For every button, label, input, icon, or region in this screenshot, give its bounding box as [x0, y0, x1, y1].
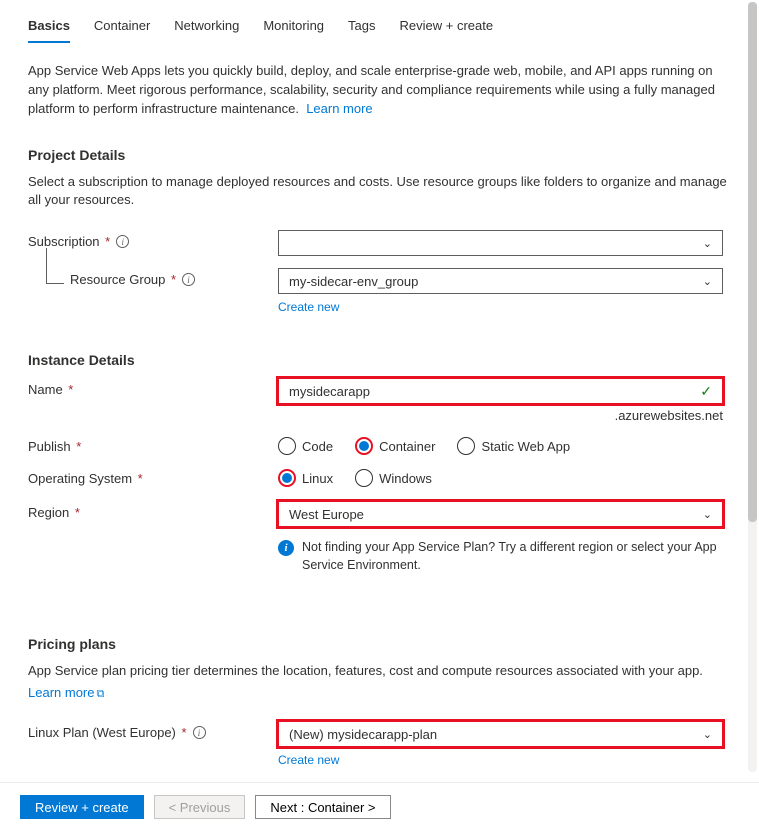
indent-bracket-icon — [46, 248, 64, 284]
chevron-down-icon: ⌄ — [703, 275, 712, 288]
scrollbar[interactable] — [748, 2, 757, 772]
info-icon: i — [278, 540, 294, 556]
review-create-button[interactable]: Review + create — [20, 795, 144, 819]
tab-networking[interactable]: Networking — [174, 14, 239, 43]
tab-container[interactable]: Container — [94, 14, 150, 43]
pricing-heading: Pricing plans — [28, 636, 735, 652]
tab-monitoring[interactable]: Monitoring — [263, 14, 324, 43]
publish-static-option[interactable]: Static Web App — [457, 437, 570, 455]
chevron-down-icon: ⌄ — [703, 508, 712, 521]
publish-radio-group: Code Container Static Web App — [278, 435, 723, 455]
os-label: Operating System * — [28, 467, 278, 486]
os-radio-group: Linux Windows — [278, 467, 723, 487]
info-icon[interactable]: i — [116, 235, 129, 248]
chevron-down-icon: ⌄ — [703, 728, 712, 741]
chevron-down-icon: ⌄ — [703, 237, 712, 250]
resource-group-select[interactable]: my-sidecar-env_group ⌄ — [278, 268, 723, 294]
os-windows-option[interactable]: Windows — [355, 469, 432, 487]
tab-review[interactable]: Review + create — [400, 14, 494, 43]
create-new-plan-link[interactable]: Create new — [278, 753, 723, 767]
resource-group-label: Resource Group * i — [28, 268, 278, 287]
publish-code-option[interactable]: Code — [278, 437, 333, 455]
pricing-learn-more-link[interactable]: Learn more — [28, 685, 94, 700]
radio-icon — [278, 437, 296, 455]
subscription-label: Subscription * i — [28, 230, 278, 249]
learn-more-link[interactable]: Learn more — [306, 101, 372, 116]
project-details-heading: Project Details — [28, 147, 735, 163]
info-icon[interactable]: i — [182, 273, 195, 286]
tab-tags[interactable]: Tags — [348, 14, 375, 43]
name-suffix: .azurewebsites.net — [278, 408, 723, 423]
region-select[interactable]: West Europe ⌄ — [278, 501, 723, 527]
previous-button: < Previous — [154, 795, 246, 819]
tab-basics[interactable]: Basics — [28, 14, 70, 43]
intro-text: App Service Web Apps lets you quickly bu… — [28, 62, 735, 119]
tabs: Basics Container Networking Monitoring T… — [28, 14, 735, 44]
scrollbar-thumb[interactable] — [748, 2, 757, 522]
subscription-select[interactable]: ⌄ — [278, 230, 723, 256]
info-icon[interactable]: i — [193, 726, 206, 739]
radio-selected-icon — [355, 437, 373, 455]
plan-select[interactable]: (New) mysidecarapp-plan ⌄ — [278, 721, 723, 747]
name-input[interactable]: mysidecarapp ✓ — [278, 378, 723, 404]
pricing-desc: App Service plan pricing tier determines… — [28, 662, 735, 681]
create-new-rg-link[interactable]: Create new — [278, 300, 723, 314]
name-label: Name * — [28, 378, 278, 397]
radio-icon — [355, 469, 373, 487]
os-linux-option[interactable]: Linux — [278, 469, 333, 487]
publish-container-option[interactable]: Container — [355, 437, 435, 455]
region-label: Region * — [28, 501, 278, 520]
radio-selected-icon — [278, 469, 296, 487]
footer: Review + create < Previous Next : Contai… — [0, 782, 759, 831]
plan-label: Linux Plan (West Europe) * i — [28, 721, 278, 740]
instance-details-heading: Instance Details — [28, 352, 735, 368]
publish-label: Publish * — [28, 435, 278, 454]
project-details-desc: Select a subscription to manage deployed… — [28, 173, 735, 211]
radio-icon — [457, 437, 475, 455]
external-link-icon: ⧉ — [96, 688, 104, 701]
region-hint: Not finding your App Service Plan? Try a… — [302, 539, 723, 574]
checkmark-icon: ✓ — [700, 383, 712, 400]
next-button[interactable]: Next : Container > — [255, 795, 390, 819]
